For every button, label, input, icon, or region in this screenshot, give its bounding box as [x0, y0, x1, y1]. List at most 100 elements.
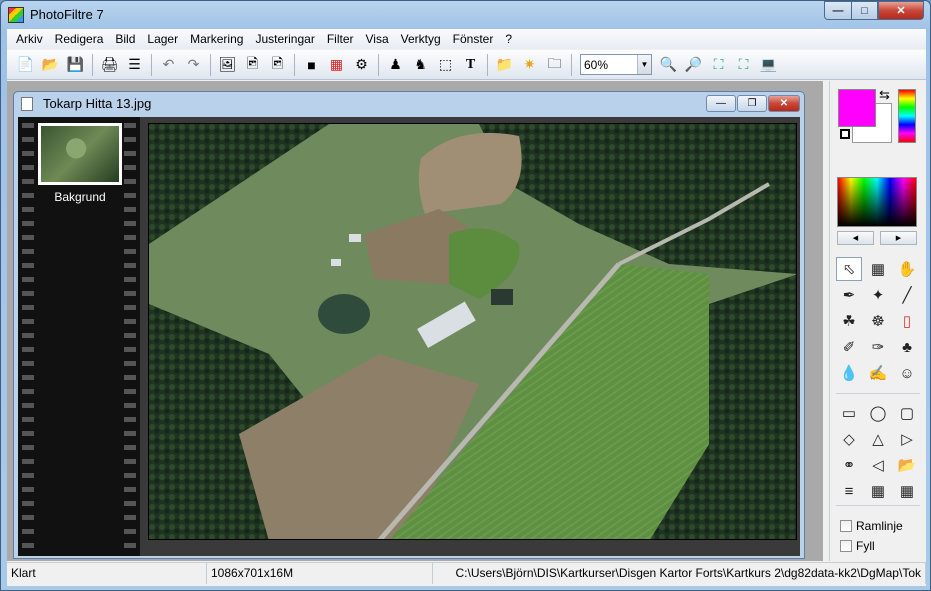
fill-option[interactable]: Fyll [840, 539, 875, 553]
chevron-down-icon[interactable]: ▼ [637, 55, 651, 74]
tools-panel: ⇆ ◀ ▶ ⬁ ▦ ✋ ✒ ✦ ╱ ☘ ☸ ▯ ✐ ✑ ♣ 💧 ✍ ☺ ▭ ◯ … [829, 81, 926, 561]
hand-tool-icon[interactable]: ✋ [894, 257, 920, 281]
outline-option[interactable]: Ramlinje [840, 519, 903, 533]
spray-tool-icon[interactable]: ☸ [865, 309, 891, 333]
menu-markering[interactable]: Markering [184, 29, 249, 49]
scan-icon[interactable]: ☰ [122, 53, 147, 77]
pointer-tool-icon[interactable]: ⬁ [836, 257, 862, 281]
fill-checkbox[interactable] [840, 540, 852, 552]
plugin-icon[interactable]: ✷ [517, 53, 542, 77]
doc-close-button[interactable]: ✕ [768, 95, 800, 112]
image-size-icon[interactable]: 🖻 [240, 53, 265, 77]
zoom-out-icon[interactable]: 🔎 [681, 53, 706, 77]
advanced-brush-tool-icon[interactable]: ✑ [865, 335, 891, 359]
right-triangle-shape-icon[interactable]: ▷ [894, 427, 920, 451]
print-icon[interactable]: 🖨 [97, 53, 122, 77]
document-title-bar[interactable]: Tokarp Hitta 13.jpg — ❐ ✕ [14, 92, 804, 116]
ratio-equal-icon[interactable]: ≡ [836, 479, 862, 503]
menu-redigera[interactable]: Redigera [49, 29, 110, 49]
film-perforation [22, 117, 34, 556]
menu-arkiv[interactable]: Arkiv [10, 29, 49, 49]
line-tool-icon[interactable]: ╱ [894, 283, 920, 307]
rounded-rect-shape-icon[interactable]: ▢ [894, 401, 920, 425]
text-tool-icon[interactable]: T [458, 53, 483, 77]
window-controls: — □ ✕ [824, 1, 924, 21]
palette-prev-button[interactable]: ◀ [837, 231, 874, 245]
panel-divider [836, 505, 920, 506]
workspace: Tokarp Hitta 13.jpg — ❐ ✕ Bakgrund [7, 81, 823, 561]
minimize-button[interactable]: — [824, 1, 851, 20]
menu-verktyg[interactable]: Verktyg [395, 29, 447, 49]
ratio-3-2-icon[interactable]: ▦ [894, 479, 920, 503]
menu-fonster[interactable]: Fönster [447, 29, 500, 49]
ellipse-shape-icon[interactable]: ◯ [865, 401, 891, 425]
blur-drop-tool-icon[interactable]: 💧 [836, 361, 862, 385]
close-button[interactable]: ✕ [878, 1, 924, 20]
actual-size-icon[interactable]: ⛶ [731, 53, 756, 77]
diamond-shape-icon[interactable]: ◇ [836, 427, 862, 451]
toolbar-divider [210, 53, 211, 76]
menu-help[interactable]: ? [499, 29, 518, 49]
title-bar[interactable]: PhotoFiltre 7 — □ ✕ [1, 1, 930, 29]
selection-icon[interactable]: ⬚ [433, 53, 458, 77]
new-file-icon[interactable]: 📄 [13, 53, 38, 77]
smudge-tool-icon[interactable]: ✍ [865, 361, 891, 385]
menu-lager[interactable]: Lager [141, 29, 184, 49]
main-toolbar: 📄 📂 💾 🖨 ☰ ↶ ↷ 🖼 🖻 🖻 ■ ▦ ⚙ ♟ ♞ ⬚ T 📁 ✷ 🗀 … [7, 50, 926, 80]
menu-filter[interactable]: Filter [321, 29, 360, 49]
grid-tool-icon[interactable]: ▦ [865, 257, 891, 281]
automation-icon[interactable]: ⚙ [349, 53, 374, 77]
fullscreen-icon[interactable]: 💻 [756, 53, 781, 77]
menu-justeringar[interactable]: Justeringar [249, 29, 320, 49]
color-palette[interactable] [837, 177, 917, 227]
polygon-shape-icon[interactable]: ◁ [865, 453, 891, 477]
fill-bucket-tool-icon[interactable]: ☘ [836, 309, 862, 333]
color-grid-icon[interactable]: ▦ [324, 53, 349, 77]
save-disk-icon[interactable]: 💾 [63, 53, 88, 77]
magic-wand-tool-icon[interactable]: ✦ [865, 283, 891, 307]
palette-next-button[interactable]: ▶ [880, 231, 917, 245]
window-icon[interactable]: 🗀 [542, 53, 567, 77]
triangle-shape-icon[interactable]: △ [865, 427, 891, 451]
filter-portrait-icon[interactable]: ♞ [408, 53, 433, 77]
image-canvas[interactable] [148, 123, 797, 540]
brush-tool-icon[interactable]: ✐ [836, 335, 862, 359]
rectangle-shape-icon[interactable]: ▭ [836, 401, 862, 425]
app-title: PhotoFiltre 7 [30, 7, 104, 22]
menu-visa[interactable]: Visa [360, 29, 395, 49]
photofiltre-app-icon[interactable] [8, 7, 24, 23]
explorer-icon[interactable]: 📁 [492, 53, 517, 77]
maximize-button[interactable]: □ [851, 1, 878, 20]
zoom-value[interactable]: 60% [581, 58, 637, 72]
open-folder-icon[interactable]: 📂 [38, 53, 63, 77]
eyedropper-tool-icon[interactable]: ✒ [836, 283, 862, 307]
eraser-tool-icon[interactable]: ▯ [894, 309, 920, 333]
swap-colors-icon[interactable]: ⇆ [879, 87, 890, 103]
minimize-icon: — [716, 98, 726, 109]
layer-thumbnail[interactable] [38, 123, 122, 185]
undo-icon[interactable]: ↶ [156, 53, 181, 77]
doc-maximize-button[interactable]: ❐ [737, 95, 767, 112]
zoom-select[interactable]: 60% ▼ [580, 54, 652, 75]
reset-colors-icon[interactable] [840, 129, 850, 139]
hue-slider[interactable] [898, 89, 916, 143]
lasso-shape-icon[interactable]: ⚭ [836, 453, 862, 477]
paste-as-image-icon[interactable]: 🖼 [215, 53, 240, 77]
document-controls: — ❐ ✕ [706, 95, 800, 112]
canvas-size-icon[interactable]: 🖻 [265, 53, 290, 77]
fill-label: Fyll [856, 539, 875, 553]
menu-bild[interactable]: Bild [109, 29, 141, 49]
foreground-color-swatch[interactable] [838, 89, 876, 127]
load-shape-folder-icon[interactable]: 📂 [894, 453, 920, 477]
image-file-icon [21, 97, 33, 111]
stamp-tool-icon[interactable]: ♣ [894, 335, 920, 359]
gradient-icon[interactable]: ■ [299, 53, 324, 77]
fit-image-icon[interactable]: ⛶ [706, 53, 731, 77]
outline-checkbox[interactable] [840, 520, 852, 532]
redo-icon[interactable]: ↷ [181, 53, 206, 77]
ratio-4-3-icon[interactable]: ▦ [865, 479, 891, 503]
filter-person-icon[interactable]: ♟ [383, 53, 408, 77]
clone-portrait-tool-icon[interactable]: ☺ [894, 361, 920, 385]
zoom-in-icon[interactable]: 🔍 [656, 53, 681, 77]
doc-minimize-button[interactable]: — [706, 95, 736, 112]
